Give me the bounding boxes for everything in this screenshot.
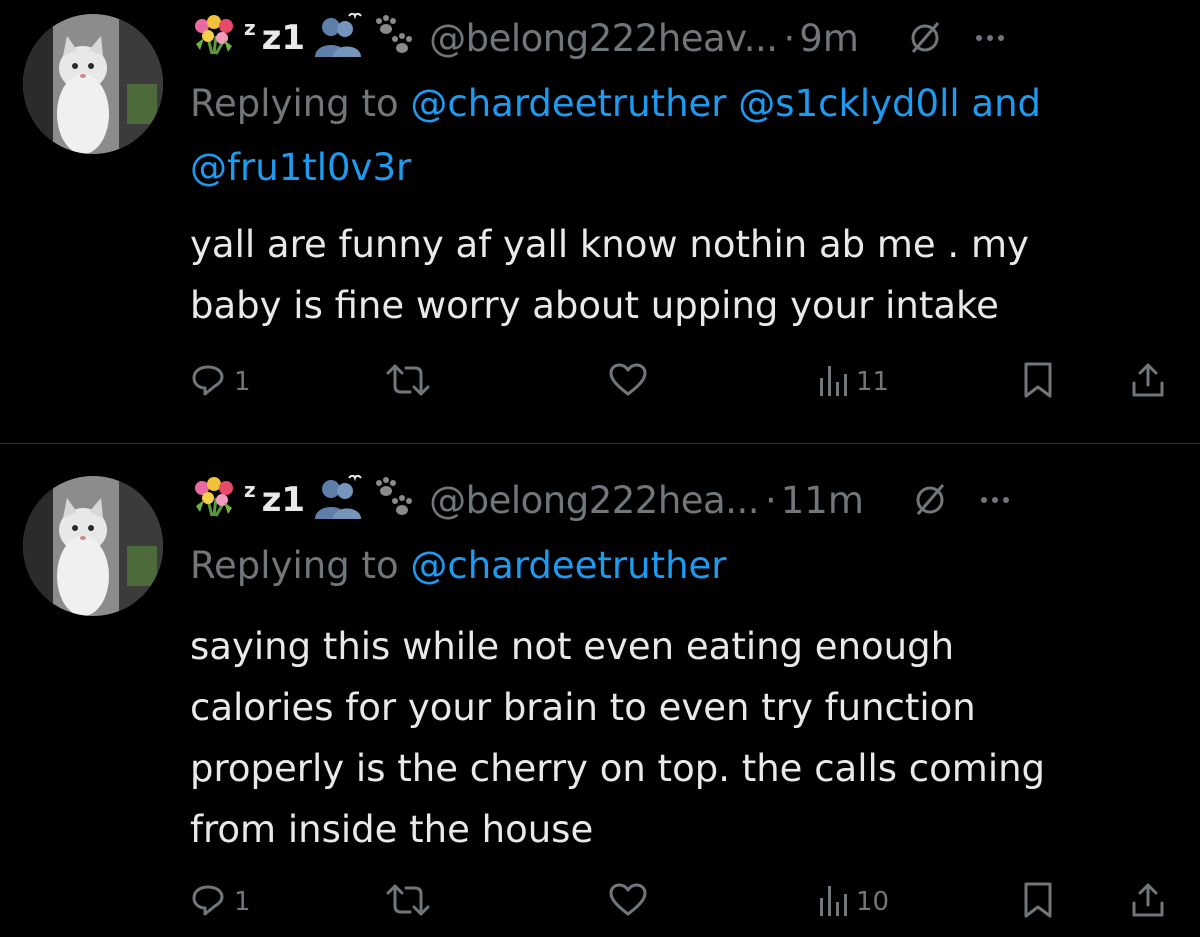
- avatar-image: [23, 14, 163, 154]
- reply-button[interactable]: 1: [190, 882, 251, 922]
- display-name-text: z1: [261, 480, 306, 520]
- avatar[interactable]: [23, 14, 163, 154]
- share-button[interactable]: [1130, 362, 1166, 402]
- display-name[interactable]: z z1: [190, 12, 415, 63]
- display-name[interactable]: z z1: [190, 474, 415, 525]
- display-name-text: z1: [261, 18, 306, 58]
- like-icon: [608, 882, 648, 922]
- bookmark-icon: [1022, 361, 1054, 403]
- mention-joiner: and: [971, 82, 1042, 125]
- user-handle[interactable]: @belong222heav...: [429, 17, 778, 60]
- tweet-text: saying this while not even eating enough…: [190, 616, 1160, 860]
- action-bar: 1: [190, 882, 1174, 922]
- mention-link[interactable]: @fru1tl0v3r: [190, 146, 411, 189]
- tweet-text-line: saying this while not even eating enough: [190, 625, 955, 668]
- tweet-text-line: properly is the cherry on top. the calls…: [190, 747, 1046, 790]
- timestamp[interactable]: 9m: [799, 17, 859, 60]
- bookmark-icon: [1022, 881, 1054, 923]
- more-icon[interactable]: [975, 33, 1005, 43]
- flower-bouquet-icon: [190, 476, 238, 524]
- share-icon: [1130, 881, 1166, 923]
- mention-link[interactable]: @s1cklyd0ll: [738, 82, 959, 125]
- separator-dot: ·: [765, 478, 777, 522]
- like-button[interactable]: [608, 362, 648, 402]
- bookmark-button[interactable]: [1022, 882, 1054, 922]
- grok-icon[interactable]: [905, 18, 945, 58]
- tweet-text-line: calories for your brain to even try func…: [190, 686, 976, 729]
- mention-link[interactable]: @chardeetruther: [410, 544, 726, 587]
- tweet-text-line: yall are funny af yall know nothin ab me…: [190, 223, 1029, 266]
- share-icon: [1130, 361, 1166, 403]
- post-header: z z1: [190, 470, 1176, 530]
- retweet-button[interactable]: [386, 362, 430, 402]
- timestamp[interactable]: 11m: [781, 479, 864, 522]
- display-name-superscript: z: [244, 478, 256, 502]
- paw-prints-icon: [371, 15, 415, 61]
- views-icon: [818, 882, 848, 922]
- paw-prints-icon: [371, 477, 415, 523]
- retweet-icon: [386, 362, 430, 402]
- avatar-image: [23, 476, 163, 616]
- tweet-reply[interactable]: z z1: [0, 0, 1200, 443]
- like-button[interactable]: [608, 882, 648, 922]
- people-silhouette-icon: [311, 12, 365, 63]
- tweet-reply[interactable]: z z1: [0, 444, 1200, 937]
- mention-link[interactable]: @chardeetruther: [410, 82, 726, 125]
- retweet-icon: [386, 882, 430, 922]
- tweet-text-line: baby is fine worry about upping your int…: [190, 284, 999, 327]
- people-silhouette-icon: [311, 474, 365, 525]
- like-icon: [608, 362, 648, 402]
- display-name-superscript: z: [244, 16, 256, 40]
- views-button[interactable]: 11: [818, 362, 889, 402]
- share-button[interactable]: [1130, 882, 1166, 922]
- reply-icon: [190, 362, 226, 402]
- flower-bouquet-icon: [190, 14, 238, 62]
- retweet-button[interactable]: [386, 882, 430, 922]
- replying-to: Replying to @chardeetruther @s1cklyd0ll …: [190, 72, 1170, 200]
- reply-button[interactable]: 1: [190, 362, 251, 402]
- user-handle[interactable]: @belong222hea...: [429, 479, 759, 522]
- replying-to: Replying to @chardeetruther: [190, 534, 1170, 598]
- views-button[interactable]: 10: [818, 882, 889, 922]
- reply-count: 1: [234, 367, 251, 397]
- post-header: z z1: [190, 8, 1176, 68]
- separator-dot: ·: [783, 16, 796, 60]
- replying-to-label: Replying to: [190, 544, 399, 587]
- replying-to-label: Replying to: [190, 82, 399, 125]
- tweet-text: yall are funny af yall know nothin ab me…: [190, 214, 1160, 336]
- action-bar: 1: [190, 362, 1174, 402]
- grok-icon[interactable]: [910, 480, 950, 520]
- view-count: 11: [856, 367, 890, 397]
- bookmark-button[interactable]: [1022, 362, 1054, 402]
- views-icon: [818, 362, 848, 402]
- view-count: 10: [856, 887, 890, 917]
- avatar[interactable]: [23, 476, 163, 616]
- reply-count: 1: [234, 887, 251, 917]
- reply-icon: [190, 882, 226, 922]
- more-icon[interactable]: [980, 495, 1010, 505]
- tweet-text-line: from inside the house: [190, 808, 594, 851]
